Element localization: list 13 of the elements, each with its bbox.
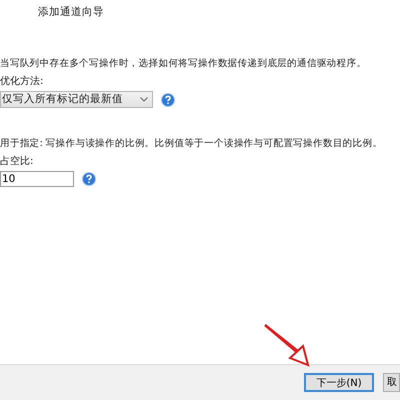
wizard-title: 添加通道向导 xyxy=(38,5,104,20)
chevron-icon xyxy=(140,97,148,102)
arrow-annotation xyxy=(262,322,312,368)
cancel-button[interactable]: 取 xyxy=(383,373,400,392)
field-label: 占空比: xyxy=(0,154,34,169)
duty-cycle-field[interactable]: 10 xyxy=(0,171,74,188)
description-text: 当写队列中存在多个写操作时，选择如何将写操作数据传递到底层的通信驱动程序。 xyxy=(0,57,366,71)
description-text: 用于指定: 写操作与读操作的比例。比例值等于一个读操作与可配置写操作数目的比例。 xyxy=(0,137,382,151)
help-icon[interactable] xyxy=(82,172,96,186)
method-dropdown[interactable]: 仅写入所有标记的最新值 xyxy=(0,91,153,108)
field-label: 优化方法: xyxy=(0,74,44,89)
next-button[interactable]: 下一步(N) xyxy=(304,373,374,392)
help-icon[interactable] xyxy=(160,92,174,107)
